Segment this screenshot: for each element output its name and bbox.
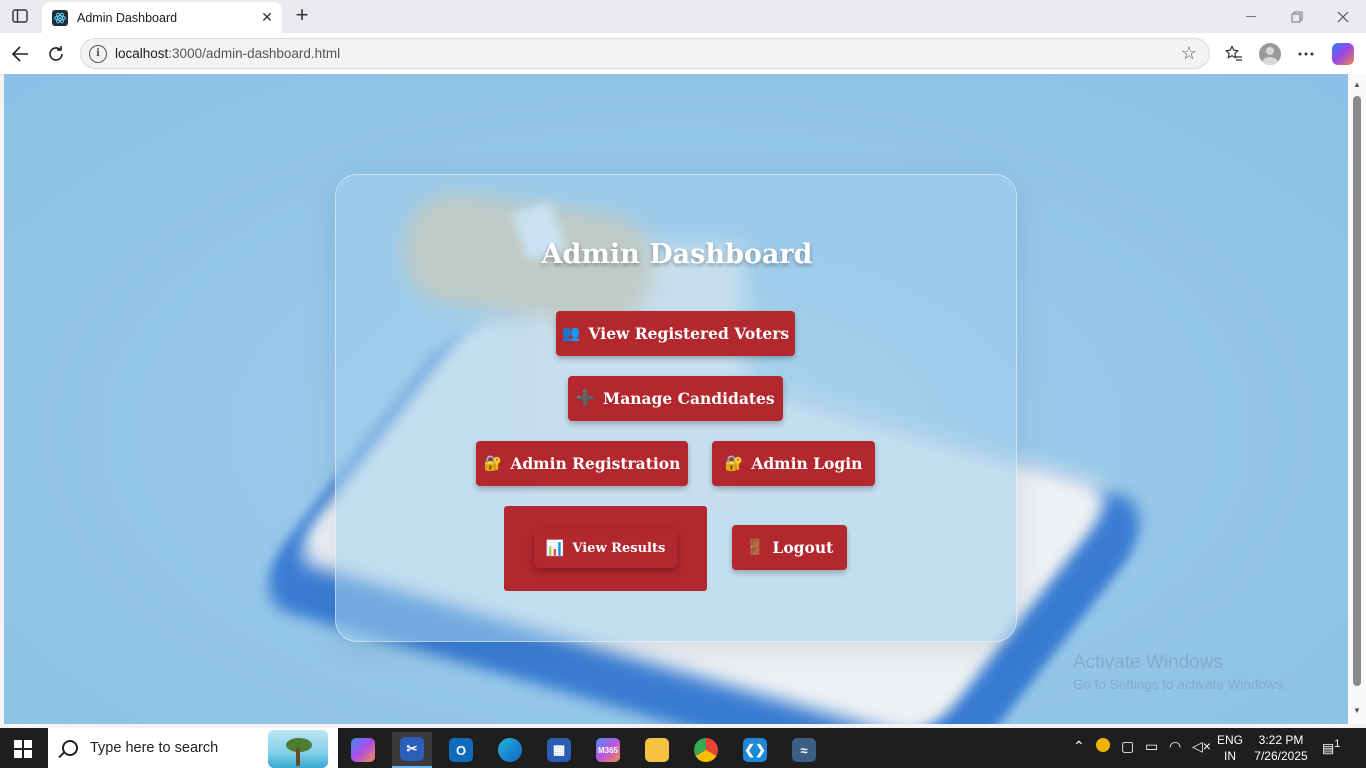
favorites-icon[interactable] <box>1221 41 1247 67</box>
restore-icon[interactable] <box>1274 6 1320 28</box>
site-info-icon[interactable]: i <box>89 44 107 63</box>
meet-now-icon[interactable]: ▢ <box>1121 738 1134 755</box>
browser-tab-admin-dashboard[interactable]: Admin Dashboard ✕ <box>42 2 282 33</box>
lock-icon: 🔐 <box>483 454 503 472</box>
mysql-workbench-icon[interactable]: ≈ <box>784 732 824 768</box>
address-bar[interactable]: i localhost:3000/admin-dashboard.html ☆ <box>80 38 1210 69</box>
clock-date: 7/26/2025 <box>1254 749 1308 763</box>
browser-tab-bar: Admin Dashboard ✕ + <box>0 0 1366 33</box>
tab-actions-icon[interactable] <box>8 6 32 26</box>
windows-taskbar: Type here to search ✂ O ▦ M365 ❮❯ ≈ ⌃ ▢ … <box>0 728 1366 768</box>
admin-registration-label: Admin Registration <box>510 454 681 473</box>
activate-windows-subtext: Go to Settings to activate Windows. <box>1073 677 1287 692</box>
notifications-icon[interactable]: ▤1 <box>1322 738 1346 758</box>
m365-icon[interactable]: M365 <box>588 732 628 768</box>
lock-icon: 🔐 <box>724 454 744 472</box>
system-clock[interactable]: 3:22 PM 7/26/2025 <box>1249 732 1313 764</box>
copilot-icon[interactable] <box>1330 41 1356 67</box>
scrollbar-thumb[interactable] <box>1353 96 1361 686</box>
view-results-button[interactable]: 📊 View Results <box>534 529 677 568</box>
url-path: :3000/admin-dashboard.html <box>168 46 341 61</box>
tab-close-icon[interactable]: ✕ <box>256 7 278 29</box>
view-results-label: View Results <box>572 541 666 556</box>
back-arrow-icon[interactable] <box>6 40 34 68</box>
new-tab-button[interactable]: + <box>290 4 314 27</box>
admin-login-label: Admin Login <box>751 454 863 473</box>
input-language[interactable]: ENG IN <box>1212 732 1248 764</box>
notification-count: 1 <box>1334 738 1341 750</box>
bar-chart-icon: 📊 <box>545 539 565 557</box>
react-favicon-icon <box>52 9 68 26</box>
chrome-icon[interactable] <box>686 732 726 768</box>
show-hidden-icons-icon[interactable]: ⌃ <box>1073 738 1085 755</box>
close-window-icon[interactable] <box>1320 6 1366 28</box>
wifi-icon[interactable]: ◠ <box>1169 738 1181 755</box>
clock-time: 3:22 PM <box>1258 733 1304 747</box>
tab-title: Admin Dashboard <box>77 10 178 25</box>
search-highlight-image <box>268 730 328 768</box>
admin-registration-button[interactable]: 🔐 Admin Registration <box>476 441 688 486</box>
copilot-app-icon[interactable] <box>343 732 383 768</box>
plus-icon: ➕ <box>576 389 596 407</box>
microsoft-store-icon[interactable]: ▦ <box>539 732 579 768</box>
view-registered-voters-button[interactable]: 👥 View Registered Voters <box>556 311 795 356</box>
taskbar-search-box[interactable]: Type here to search <box>48 728 338 768</box>
more-options-icon[interactable] <box>1293 41 1319 67</box>
snipping-tool-icon[interactable]: ✂ <box>392 732 432 768</box>
minimize-icon[interactable] <box>1228 6 1274 28</box>
logout-label: Logout <box>772 538 834 557</box>
copilot-logo <box>1332 43 1354 65</box>
page-title: Admin Dashboard <box>541 239 813 270</box>
manage-candidates-label: Manage Candidates <box>603 389 775 408</box>
admin-login-button[interactable]: 🔐 Admin Login <box>712 441 875 486</box>
edge-icon[interactable] <box>490 732 530 768</box>
profile-icon <box>1259 43 1281 65</box>
scroll-up-icon[interactable]: ▲ <box>1352 80 1362 90</box>
volume-muted-icon[interactable]: ◁× <box>1192 738 1211 755</box>
browser-toolbar: i localhost:3000/admin-dashboard.html ☆ <box>0 33 1366 74</box>
favorite-star-icon[interactable]: ☆ <box>1177 42 1201 66</box>
vertical-scrollbar[interactable]: ▲ ▼ <box>1348 74 1366 724</box>
tray-app-icon[interactable] <box>1096 738 1110 755</box>
activate-windows-heading: Activate Windows <box>1073 652 1223 673</box>
region-code: IN <box>1224 749 1236 763</box>
windows-start-icon[interactable] <box>14 740 32 758</box>
logout-button[interactable]: 🚪 Logout <box>732 525 847 570</box>
language-code: ENG <box>1216 733 1243 747</box>
view-registered-voters-label: View Registered Voters <box>588 324 790 343</box>
scroll-down-icon[interactable]: ▼ <box>1352 706 1362 716</box>
page-viewport: Admin Dashboard 👥 View Registered Voters… <box>4 74 1348 724</box>
door-icon: 🚪 <box>745 538 765 556</box>
vs-code-icon[interactable]: ❮❯ <box>735 732 775 768</box>
file-explorer-icon[interactable] <box>637 732 677 768</box>
refresh-icon[interactable] <box>42 40 70 68</box>
profile-avatar[interactable] <box>1257 41 1283 67</box>
manage-candidates-button[interactable]: ➕ Manage Candidates <box>568 376 783 421</box>
battery-icon[interactable]: ▭ <box>1145 738 1158 755</box>
url-text[interactable]: localhost:3000/admin-dashboard.html <box>115 46 1177 61</box>
outlook-icon[interactable]: O <box>441 732 481 768</box>
users-icon: 👥 <box>561 324 581 342</box>
search-placeholder: Type here to search <box>90 740 219 756</box>
url-host: localhost <box>115 46 169 61</box>
search-icon <box>62 740 78 756</box>
dashboard-card: Admin Dashboard 👥 View Registered Voters… <box>335 174 1017 642</box>
